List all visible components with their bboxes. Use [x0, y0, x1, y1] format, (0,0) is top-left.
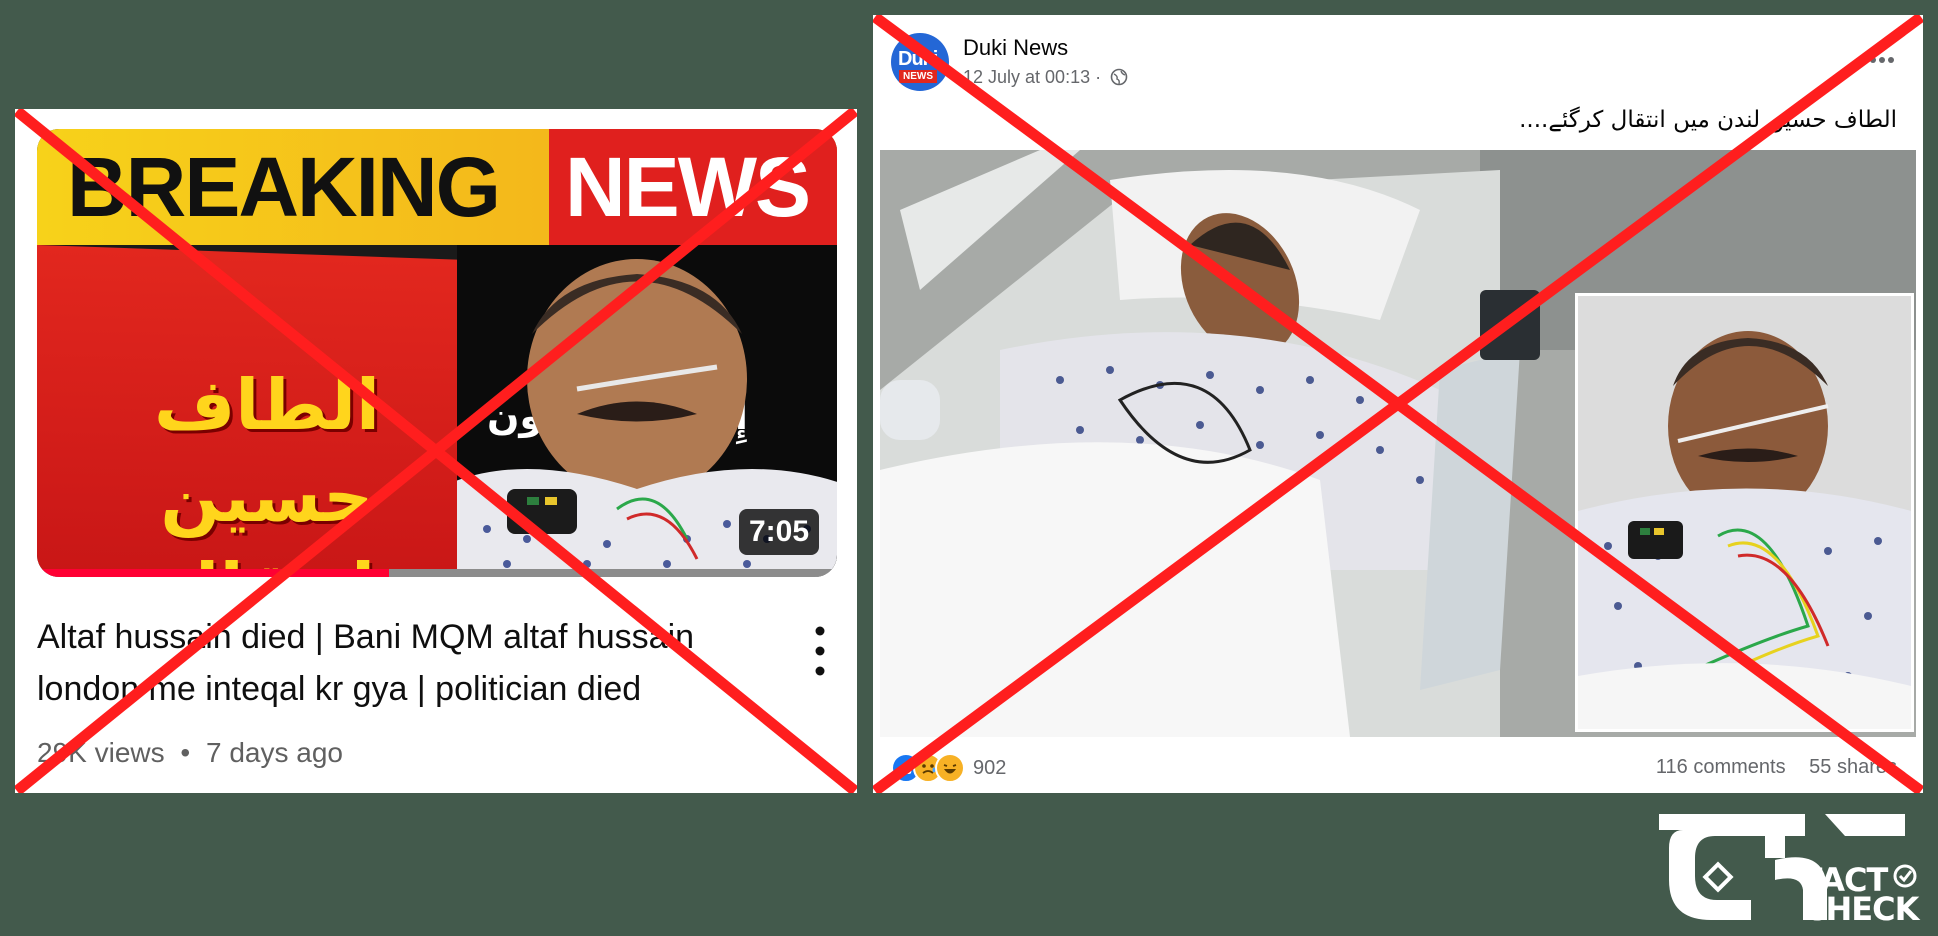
video-metadata: 29K views • 7 days ago — [37, 737, 343, 769]
watch-progress-fill — [37, 569, 389, 577]
meta-separator: • — [180, 737, 191, 768]
banner-breaking-text: BREAKING — [67, 140, 501, 234]
comments-count[interactable]: 116 comments — [1656, 756, 1786, 778]
view-count: 29K views — [37, 737, 165, 768]
facebook-post-card[interactable]: Duki NEWS Duki News 12 July at 00:13 · ا… — [873, 15, 1923, 793]
more-vertical-icon[interactable] — [805, 621, 835, 681]
avatar-text: Duki — [898, 48, 938, 70]
watch-progress-bar — [37, 569, 837, 577]
page-name[interactable]: Duki News — [963, 35, 1068, 61]
upload-age: 7 days ago — [206, 737, 343, 768]
more-horizontal-icon[interactable] — [1869, 55, 1895, 65]
globe-icon — [1110, 68, 1128, 86]
video-duration-badge: 7:05 — [738, 509, 819, 555]
haha-reaction-icon — [935, 753, 965, 783]
youtube-video-card[interactable]: BREAKING NEWS الطاف حسین انتقال کرگئے إِ… — [15, 109, 857, 793]
urdu-headline: الطاف حسین انتقال کرگئے — [153, 364, 381, 577]
video-title[interactable]: Altaf hussain died | Bani MQM altaf huss… — [37, 611, 767, 715]
engagement-stats: 116 comments 55 shares — [1656, 756, 1897, 779]
fact-check-logo: FACT CHECK — [1655, 808, 1925, 928]
banner-news-text: NEWS — [565, 140, 811, 234]
post-timestamp[interactable]: 12 July at 00:13 · — [963, 67, 1128, 88]
post-photo[interactable] — [880, 150, 1916, 737]
video-thumbnail[interactable]: BREAKING NEWS الطاف حسین انتقال کرگئے إِ… — [37, 129, 837, 577]
post-text: الطاف حسین لندن میں انتقال کرگئے.... — [1519, 107, 1897, 133]
patient-closeup — [1578, 296, 1911, 729]
inset-photo — [1575, 293, 1914, 732]
logo-text-check: CHECK — [1803, 890, 1919, 928]
avatar-badge: NEWS — [899, 70, 937, 83]
reaction-count: 902 — [973, 756, 1007, 779]
shares-count[interactable]: 55 shares — [1809, 756, 1897, 778]
reactions-summary[interactable]: 902 — [891, 753, 1006, 783]
page-avatar[interactable]: Duki NEWS — [891, 33, 949, 91]
timestamp-text: 12 July at 00:13 · — [963, 67, 1102, 87]
